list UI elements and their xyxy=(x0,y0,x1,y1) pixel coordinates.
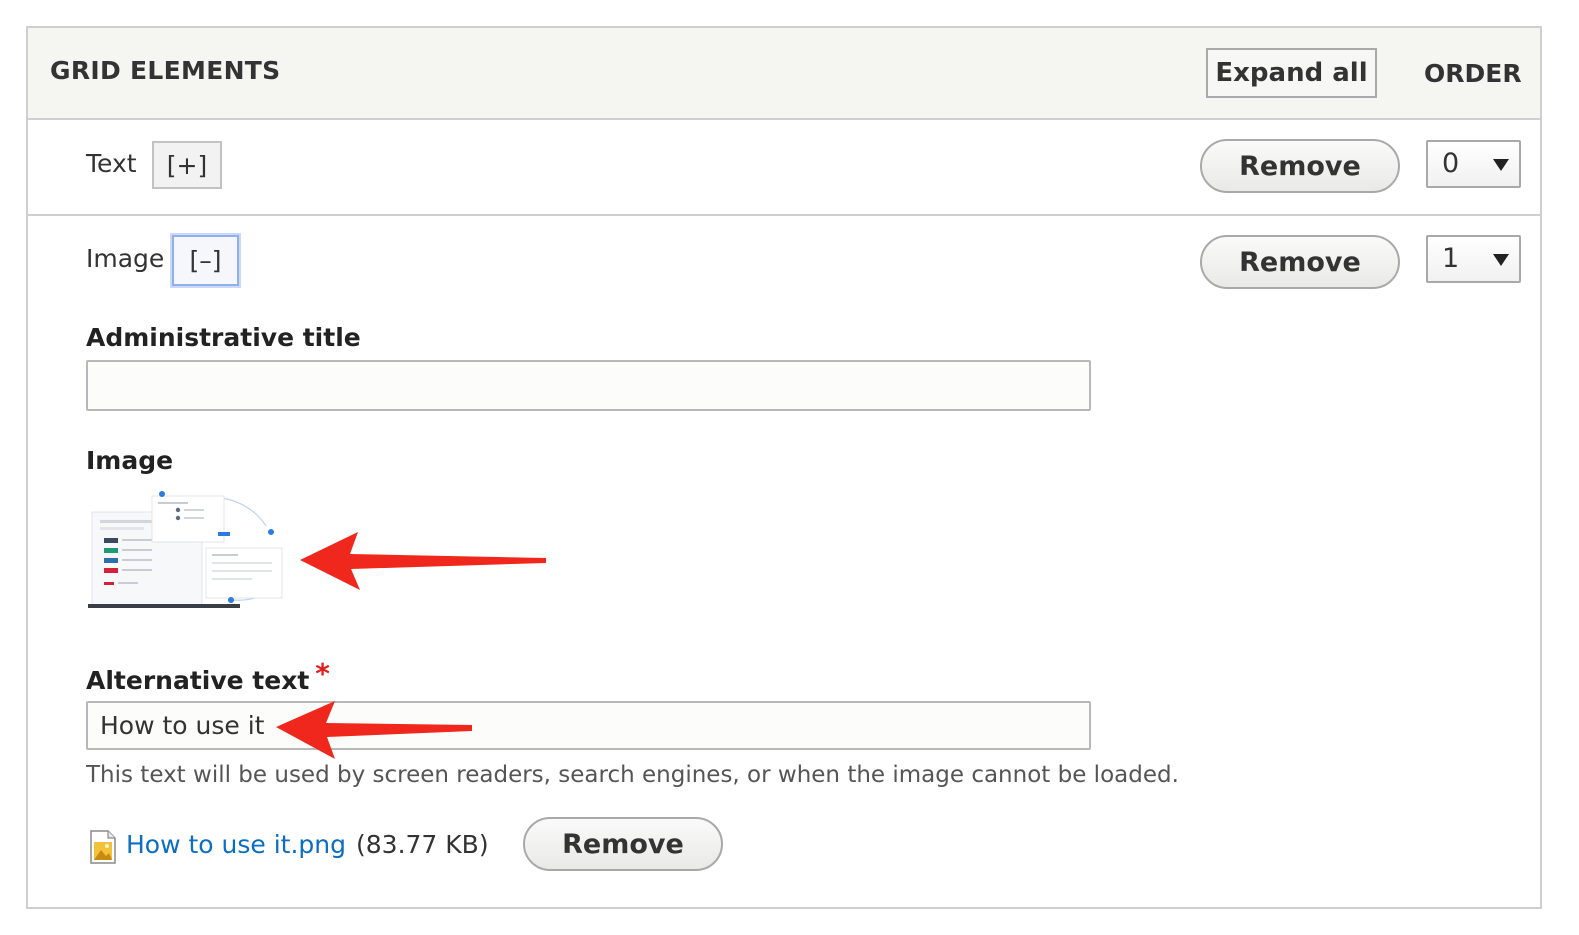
image-thumbnail xyxy=(88,490,288,612)
order-column-header: ORDER xyxy=(1424,59,1522,88)
dropdown-arrow-icon xyxy=(1493,159,1509,171)
expand-all-button[interactable]: Expand all xyxy=(1206,48,1377,98)
alternative-text-input[interactable] xyxy=(86,701,1091,750)
required-marker: * xyxy=(315,657,330,690)
administrative-title-input[interactable] xyxy=(86,360,1091,411)
grid-elements-panel: GRID ELEMENTS Expand all ORDER Text [+] … xyxy=(26,26,1542,909)
order-select-text[interactable]: 0 xyxy=(1426,140,1521,188)
image-field-label: Image xyxy=(86,446,174,475)
expand-toggle-button[interactable]: [+] xyxy=(152,141,222,189)
image-file-icon xyxy=(90,830,116,864)
grid-element-row-text: Text [+] Remove 0 xyxy=(28,120,1540,216)
file-link[interactable]: How to use it.png xyxy=(126,830,346,859)
order-select-value: 1 xyxy=(1442,243,1460,274)
alternative-text-help: This text will be used by screen readers… xyxy=(86,762,1179,788)
alternative-text-label: Alternative text * xyxy=(86,657,330,696)
alternative-text-label-text: Alternative text xyxy=(86,666,310,695)
administrative-title-label: Administrative title xyxy=(86,323,361,352)
order-select-value: 0 xyxy=(1442,148,1460,179)
dropdown-arrow-icon xyxy=(1493,254,1509,266)
element-label-image: Image xyxy=(86,244,165,273)
collapse-toggle-button[interactable]: [–] xyxy=(172,235,239,286)
panel-header: GRID ELEMENTS Expand all ORDER xyxy=(28,28,1540,120)
panel-title: GRID ELEMENTS xyxy=(50,56,281,85)
element-label-text: Text xyxy=(86,149,137,178)
file-size: (83.77 KB) xyxy=(356,830,489,859)
remove-file-button[interactable]: Remove xyxy=(523,817,723,871)
remove-image-button[interactable]: Remove xyxy=(1200,235,1400,289)
remove-text-button[interactable]: Remove xyxy=(1200,139,1400,193)
order-select-image[interactable]: 1 xyxy=(1426,235,1521,283)
